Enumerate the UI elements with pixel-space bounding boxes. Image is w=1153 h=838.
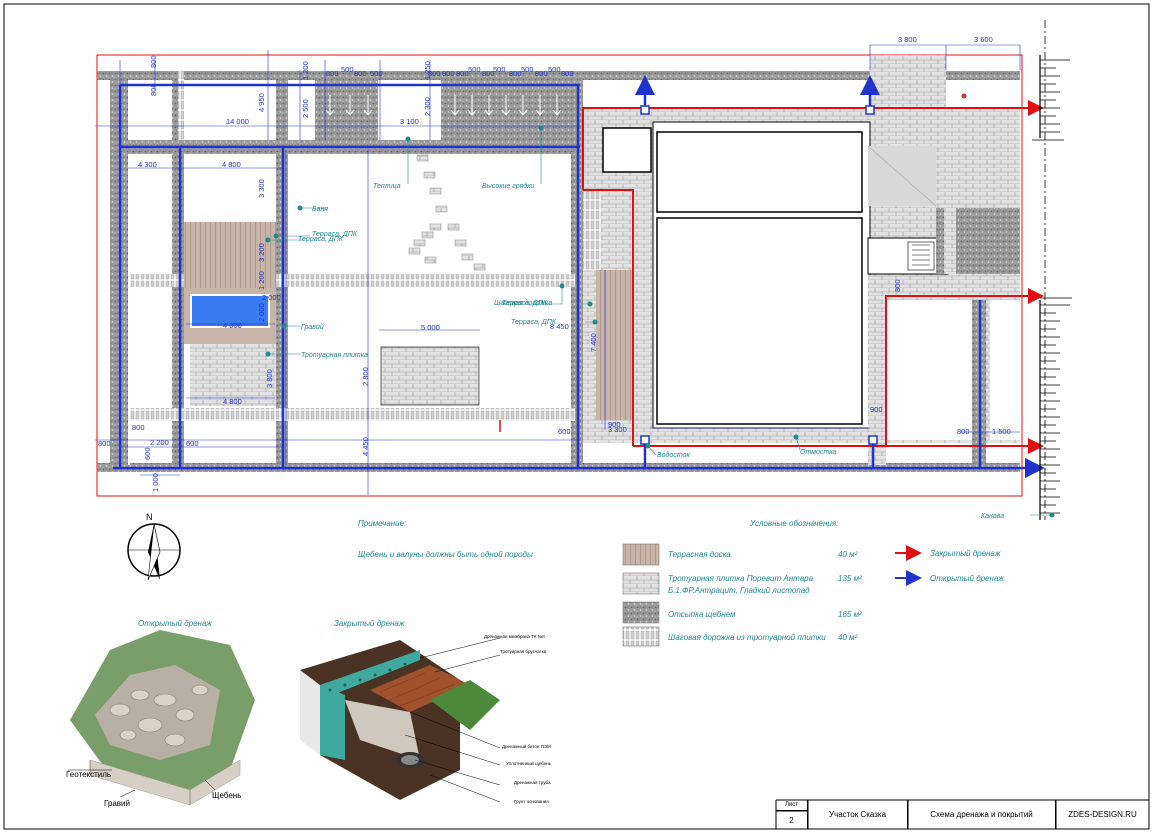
titleblock-sheet-label: Лист [776,800,808,811]
legend-swatch-deck [622,543,660,566]
titleblock-drawing: Схема дренажа и покрытий [908,800,1056,829]
raised-bed-2 [441,80,576,140]
site-plan [3,3,1150,830]
legend-swatch-gravel [622,601,660,624]
pool [190,294,270,328]
legend-swatch-step [622,626,660,647]
titleblock-project: Участок Сказка [808,800,908,829]
step-path-bottom [130,408,575,421]
closed-drainage-illustration [300,637,501,803]
titleblock-site: ZDES-DESIGN.RU [1068,810,1137,819]
terrace-deck-right [596,270,633,420]
house-annex [602,127,652,173]
drawing-sheet: 3 800 3 600 800 800 500 800 500 800 800 … [0,0,1153,833]
open-drainage-illustration [68,630,255,806]
paving-left [190,344,276,406]
north-arrow [127,523,181,581]
legend-swatch-tile [622,572,660,595]
titleblock-sheet-number: 2 [776,811,808,829]
terrace-deck-left [184,222,276,292]
gate-paving [870,55,946,108]
paving-square [380,346,480,406]
